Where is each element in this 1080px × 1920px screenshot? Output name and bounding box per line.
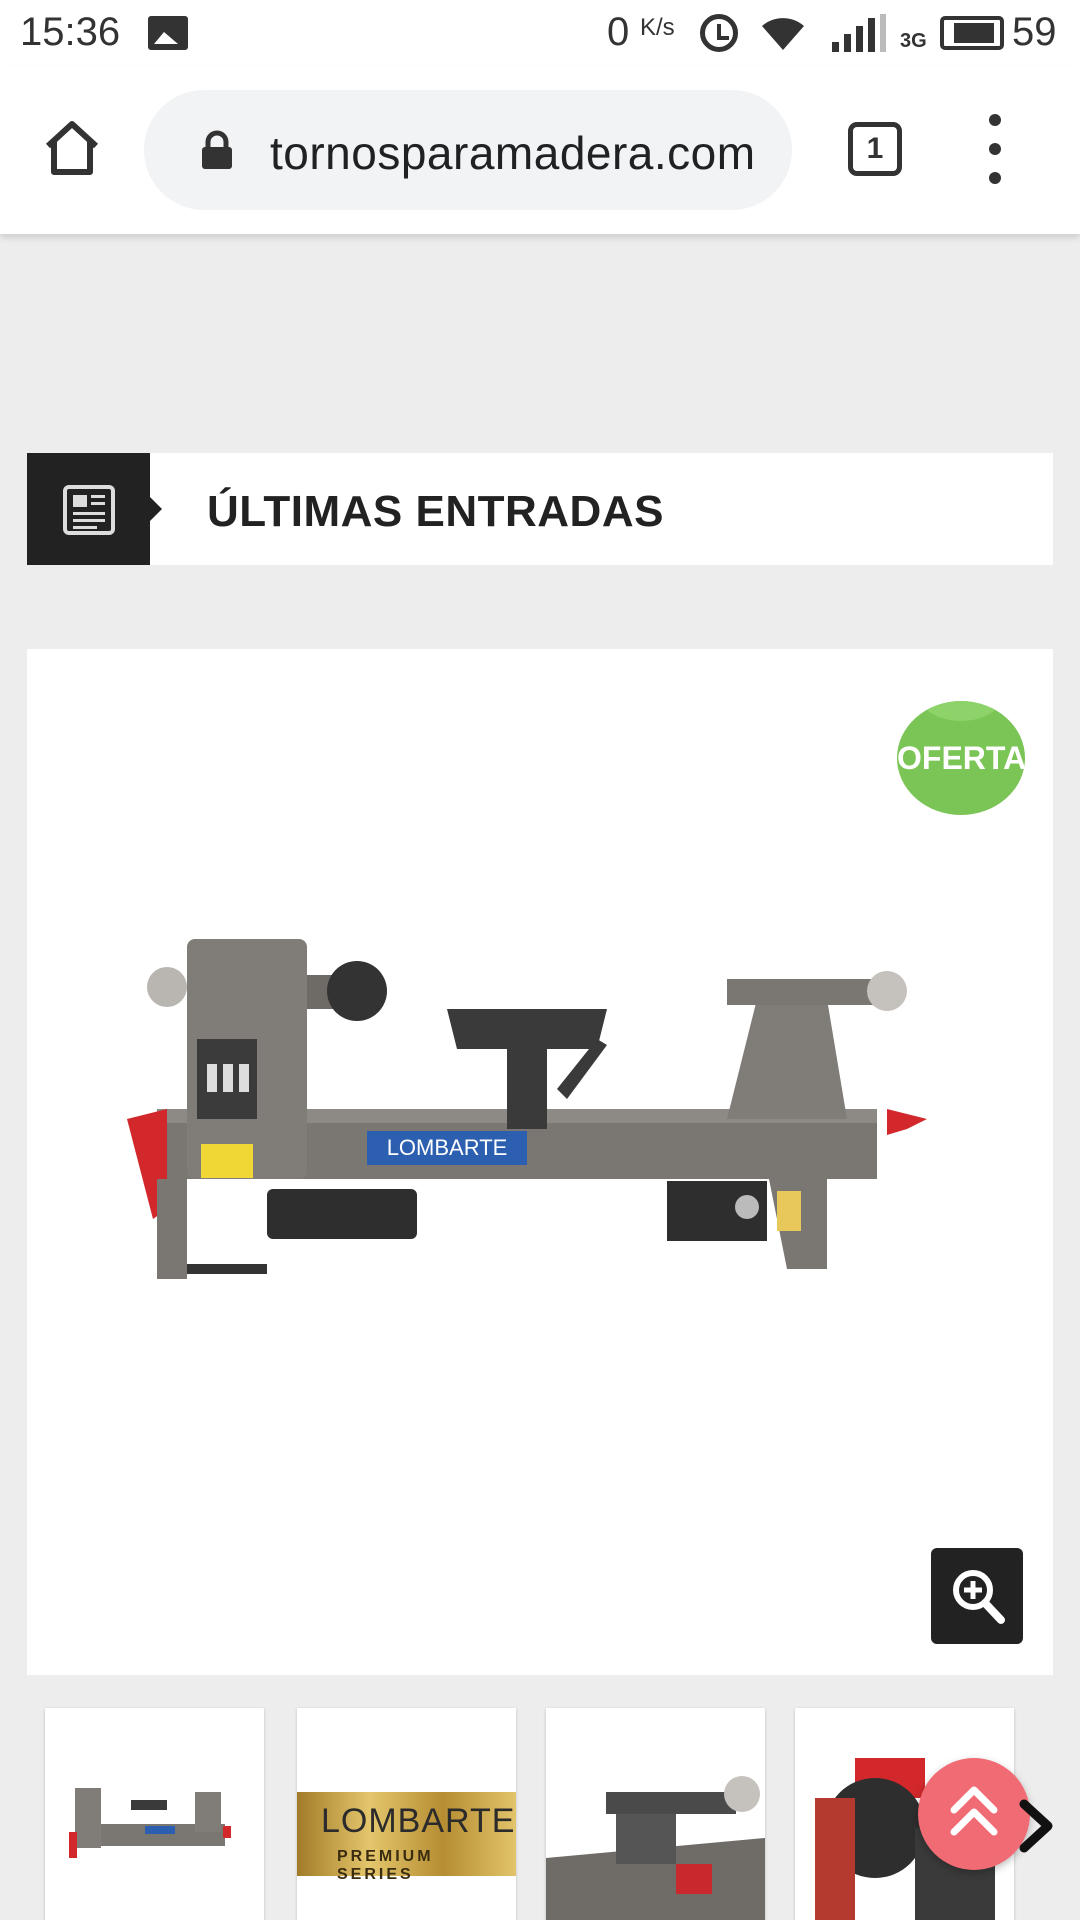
- status-time: 15:36: [20, 10, 121, 54]
- zoom-button[interactable]: [931, 1548, 1023, 1644]
- signal-icon: [832, 14, 886, 52]
- battery-level: 59: [1012, 10, 1057, 54]
- product-thumbnail-3[interactable]: [546, 1708, 765, 1920]
- section-icon-container: [27, 453, 162, 565]
- newspaper-icon: [63, 485, 115, 535]
- section-title: ÚLTIMAS ENTRADAS: [207, 487, 664, 536]
- overflow-menu-icon[interactable]: [980, 114, 1010, 184]
- network-speed-unit: K/s: [640, 14, 675, 41]
- zoom-in-icon: [953, 1570, 1005, 1624]
- url-text: tornosparamadera.com: [270, 127, 756, 179]
- wifi-icon: [762, 18, 804, 50]
- chevron-right-icon[interactable]: [1016, 1798, 1056, 1854]
- network-type: 3G: [900, 30, 927, 52]
- sale-badge-label: OFERTA!: [897, 740, 1025, 776]
- browser-toolbar: tornosparamadera.com 1: [0, 66, 1080, 234]
- thumbnail-tailstock-image: [546, 1776, 765, 1920]
- alarm-icon: [700, 14, 738, 52]
- brand-logo-text: LOMBARTE: [321, 1802, 516, 1840]
- brand-logo-subtext: PREMIUM SERIES: [337, 1848, 434, 1883]
- scroll-to-top-button[interactable]: [918, 1758, 1030, 1870]
- image-notification-icon: [148, 16, 188, 50]
- product-image[interactable]: LOMBARTE: [127, 919, 997, 1339]
- double-chevron-up-icon: [950, 1786, 998, 1836]
- thumbnail-lathe-image: [69, 1788, 231, 1858]
- tab-switcher-button[interactable]: 1: [848, 122, 902, 176]
- lock-icon: [202, 130, 232, 169]
- battery-icon: [940, 16, 1004, 50]
- section-header: ÚLTIMAS ENTRADAS: [27, 453, 1053, 565]
- network-speed: 0: [607, 10, 630, 54]
- product-card[interactable]: OFERTA! LOMBARTE: [27, 649, 1053, 1675]
- sale-badge: OFERTA!: [897, 701, 1025, 815]
- address-bar[interactable]: tornosparamadera.com: [144, 90, 792, 210]
- brand-plate-text: LOMBARTE: [387, 1135, 508, 1160]
- product-thumbnail-2[interactable]: LOMBARTE PREMIUM SERIES: [297, 1708, 516, 1920]
- product-thumbnail-1[interactable]: [45, 1708, 264, 1920]
- status-bar: 15:36 0 K/s 3G 59: [0, 0, 1080, 66]
- home-icon[interactable]: [40, 116, 104, 180]
